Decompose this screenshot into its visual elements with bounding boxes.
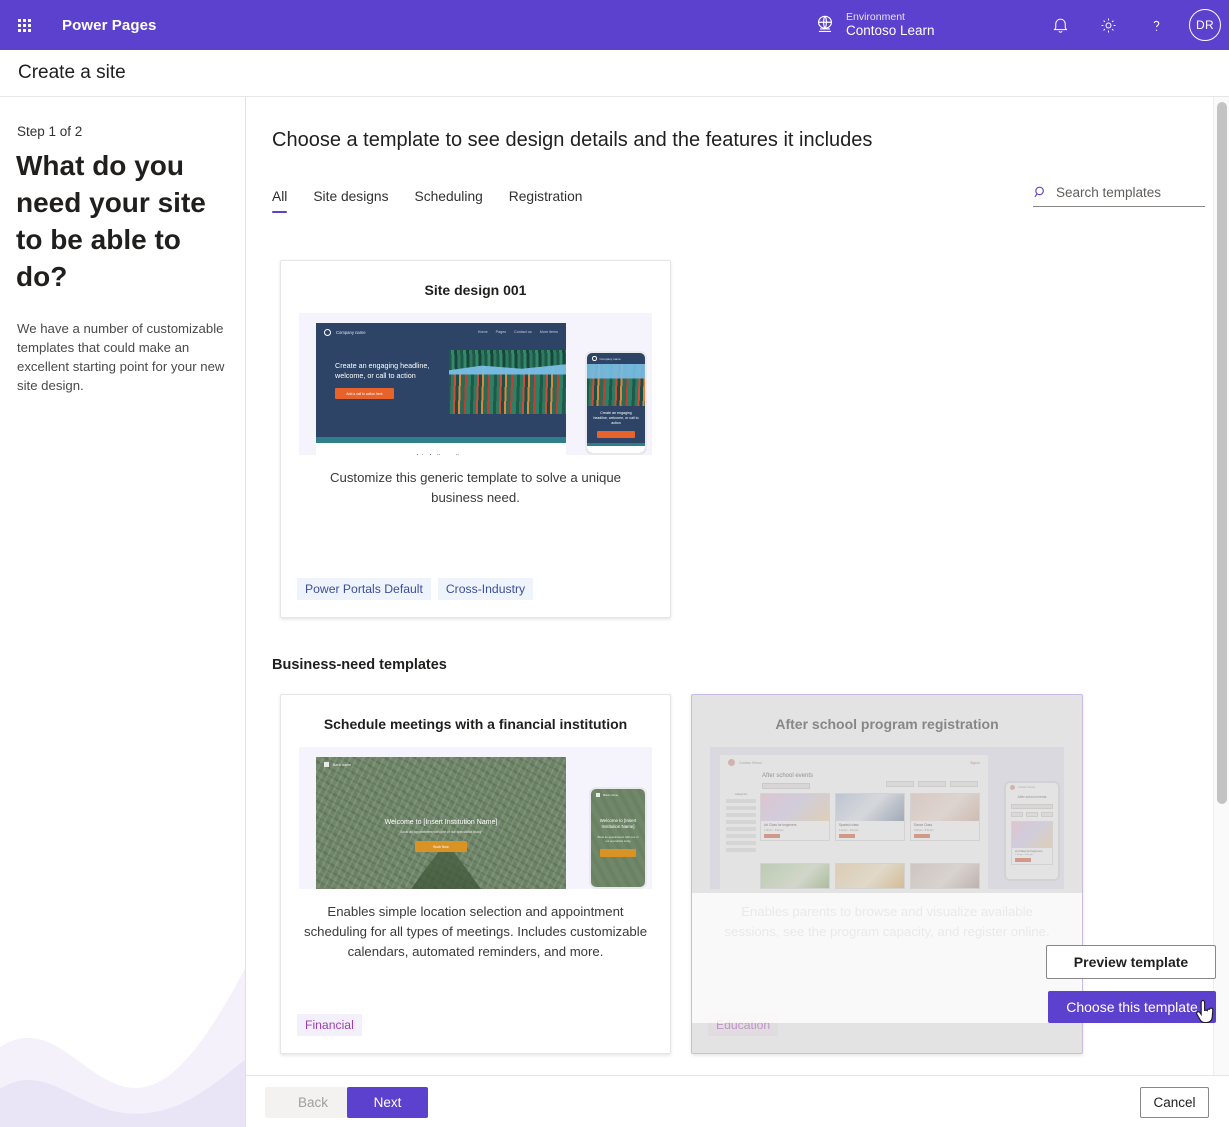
template-tag-list: Education — [708, 1014, 779, 1036]
preview-event-title: Dance Class — [914, 823, 933, 827]
gear-icon — [1101, 18, 1115, 32]
search-icon — [1034, 186, 1044, 198]
preview-nav-link: Pages — [495, 330, 507, 334]
bell-icon — [1053, 18, 1067, 33]
preview-page-title-mobile: After school events — [1017, 795, 1047, 799]
preview-mobile-mockup: Company name Create an engaging headline… — [585, 351, 647, 455]
cancel-button[interactable]: Cancel — [1140, 1087, 1209, 1118]
preview-template-button[interactable]: Preview template — [1046, 945, 1216, 979]
tab-all[interactable]: All — [272, 185, 288, 213]
wizard-footer-bar: Back Next Cancel — [246, 1075, 1229, 1127]
preview-event-time: 4:30 pm - 6:00 pm — [839, 828, 859, 832]
page-title: Create a site — [18, 62, 126, 83]
template-preview-thumbnail: Contoso School Sign in After school even… — [710, 747, 1064, 889]
environment-selector[interactable]: Environment Contoso Learn — [814, 0, 935, 50]
preview-headline: Create an engaging headline, welcome, or… — [335, 361, 430, 380]
environment-name: Contoso Learn — [846, 23, 935, 39]
preview-mobile-mockup: Bank name Welcome to [Insert Institution… — [589, 787, 647, 889]
preview-event-title: Spanish class — [839, 823, 859, 827]
app-launcher-waffle-icon[interactable] — [0, 0, 48, 50]
search-templates-field[interactable] — [1033, 185, 1205, 207]
preview-cta-button: Book Now — [415, 841, 467, 852]
tab-registration[interactable]: Registration — [509, 185, 583, 213]
template-tag[interactable]: Education — [708, 1014, 779, 1036]
wizard-question-heading: What do you need your site to be able to… — [16, 150, 206, 292]
gallery-heading: Choose a template to see design details … — [272, 129, 873, 151]
preview-sign-in-link: Sign in — [970, 760, 980, 765]
preview-event-time-mobile: 1:00 pm - 3:00 pm — [1015, 854, 1033, 857]
choose-this-template-button[interactable]: Choose this template — [1048, 991, 1216, 1023]
settings-button[interactable] — [1087, 0, 1129, 50]
preview-sidebar-heading: Categories — [734, 793, 748, 796]
preview-event-title-mobile: Art Class for beginners — [1015, 849, 1043, 853]
top-app-bar: Power Pages Environment Contoso Learn DR — [0, 0, 1229, 50]
environment-label: Environment — [846, 11, 905, 24]
business-need-section-heading: Business-need templates — [272, 657, 447, 673]
vertical-scrollbar-track[interactable] — [1213, 97, 1229, 1075]
preview-company-name: Company name — [336, 329, 366, 335]
template-tag[interactable]: Financial — [297, 1014, 362, 1036]
preview-event-time: 3:00 pm - 5:00 pm — [914, 828, 934, 832]
next-button[interactable]: Next — [347, 1087, 428, 1118]
notifications-button[interactable] — [1039, 0, 1081, 50]
preview-subhead: Book an appointment with one of our spec… — [400, 830, 482, 834]
preview-intro-title: Introduction section — [417, 454, 465, 455]
template-card-schedule-meetings[interactable]: Schedule meetings with a financial insti… — [280, 694, 671, 1054]
template-gallery-pane: Choose a template to see design details … — [246, 97, 1229, 1075]
template-card-title: After school program registration — [775, 716, 999, 732]
template-tag[interactable]: Power Portals Default — [297, 578, 431, 600]
template-card-description: Enables parents to browse and visualize … — [724, 904, 1050, 939]
preview-brand-mobile: Contoso School — [1018, 786, 1035, 789]
user-avatar[interactable]: DR — [1189, 9, 1221, 41]
help-button[interactable] — [1135, 0, 1177, 50]
wizard-description: We have a number of customizable templat… — [17, 321, 225, 393]
preview-brand: Contoso School — [739, 760, 762, 765]
decorative-wave-graphic — [0, 968, 245, 1127]
template-card-site-design-001[interactable]: Site design 001 Company name Home Pages … — [280, 260, 671, 618]
tab-site-designs[interactable]: Site designs — [313, 185, 388, 213]
environment-globe-icon — [817, 15, 833, 33]
wizard-left-pane: Step 1 of 2 What do you need your site t… — [0, 97, 246, 1127]
template-tag-list: Financial — [297, 1014, 362, 1036]
tab-scheduling[interactable]: Scheduling — [415, 185, 483, 213]
template-card-description: Enables simple location selection and ap… — [303, 904, 648, 959]
template-preview-thumbnail: Company name Home Pages Contact us More … — [299, 313, 652, 455]
preview-headline-mobile: Welcome to [Insert Institution Name] — [599, 818, 637, 829]
preview-nav-link: Home — [477, 330, 488, 334]
preview-nav-link: More items — [539, 330, 558, 334]
template-filter-tabs: All Site designs Scheduling Registration — [272, 185, 608, 213]
app-title: Power Pages — [62, 16, 157, 34]
step-indicator: Step 1 of 2 — [17, 124, 83, 139]
vertical-scrollbar-thumb[interactable] — [1217, 102, 1227, 804]
template-card-description: Customize this generic template to solve… — [329, 470, 621, 505]
template-card-title: Site design 001 — [424, 282, 527, 298]
template-tag-list: Power Portals Default Cross-Industry — [297, 578, 534, 600]
preview-cta-button: Add a call to action here — [335, 388, 394, 399]
preview-event-title: Art Class for beginners — [764, 823, 797, 827]
preview-brand-mobile: Bank name — [603, 792, 619, 797]
preview-hero-image — [449, 350, 566, 414]
question-mark-icon — [1153, 20, 1159, 31]
preview-event-time: 1:00 pm - 3:00 pm — [764, 828, 784, 832]
preview-brand: Bank name — [333, 762, 352, 767]
preview-subhead-mobile: Book an appointment with one of our spec… — [597, 835, 639, 843]
template-tag[interactable]: Cross-Industry — [437, 578, 534, 600]
search-input[interactable] — [1056, 185, 1205, 200]
preview-nav-link: Contact us — [514, 330, 532, 334]
template-card-after-school-program-registration[interactable]: After school program registration Contos… — [691, 694, 1083, 1054]
template-preview-thumbnail: Bank name Welcome to [Insert Institution… — [299, 747, 652, 889]
preview-mobile-mockup: Contoso School After school events Art C… — [1004, 781, 1060, 881]
template-card-title: Schedule meetings with a financial insti… — [323, 716, 628, 732]
preview-headline: Welcome to [Insert Institution Name] — [384, 819, 498, 826]
page-header-bar: Create a site — [0, 50, 1229, 97]
preview-company-name-mobile: Company name — [599, 356, 621, 361]
preview-page-title: After school events — [762, 773, 814, 779]
preview-headline-mobile: Create an engaging headline, welcome, or… — [593, 411, 639, 425]
